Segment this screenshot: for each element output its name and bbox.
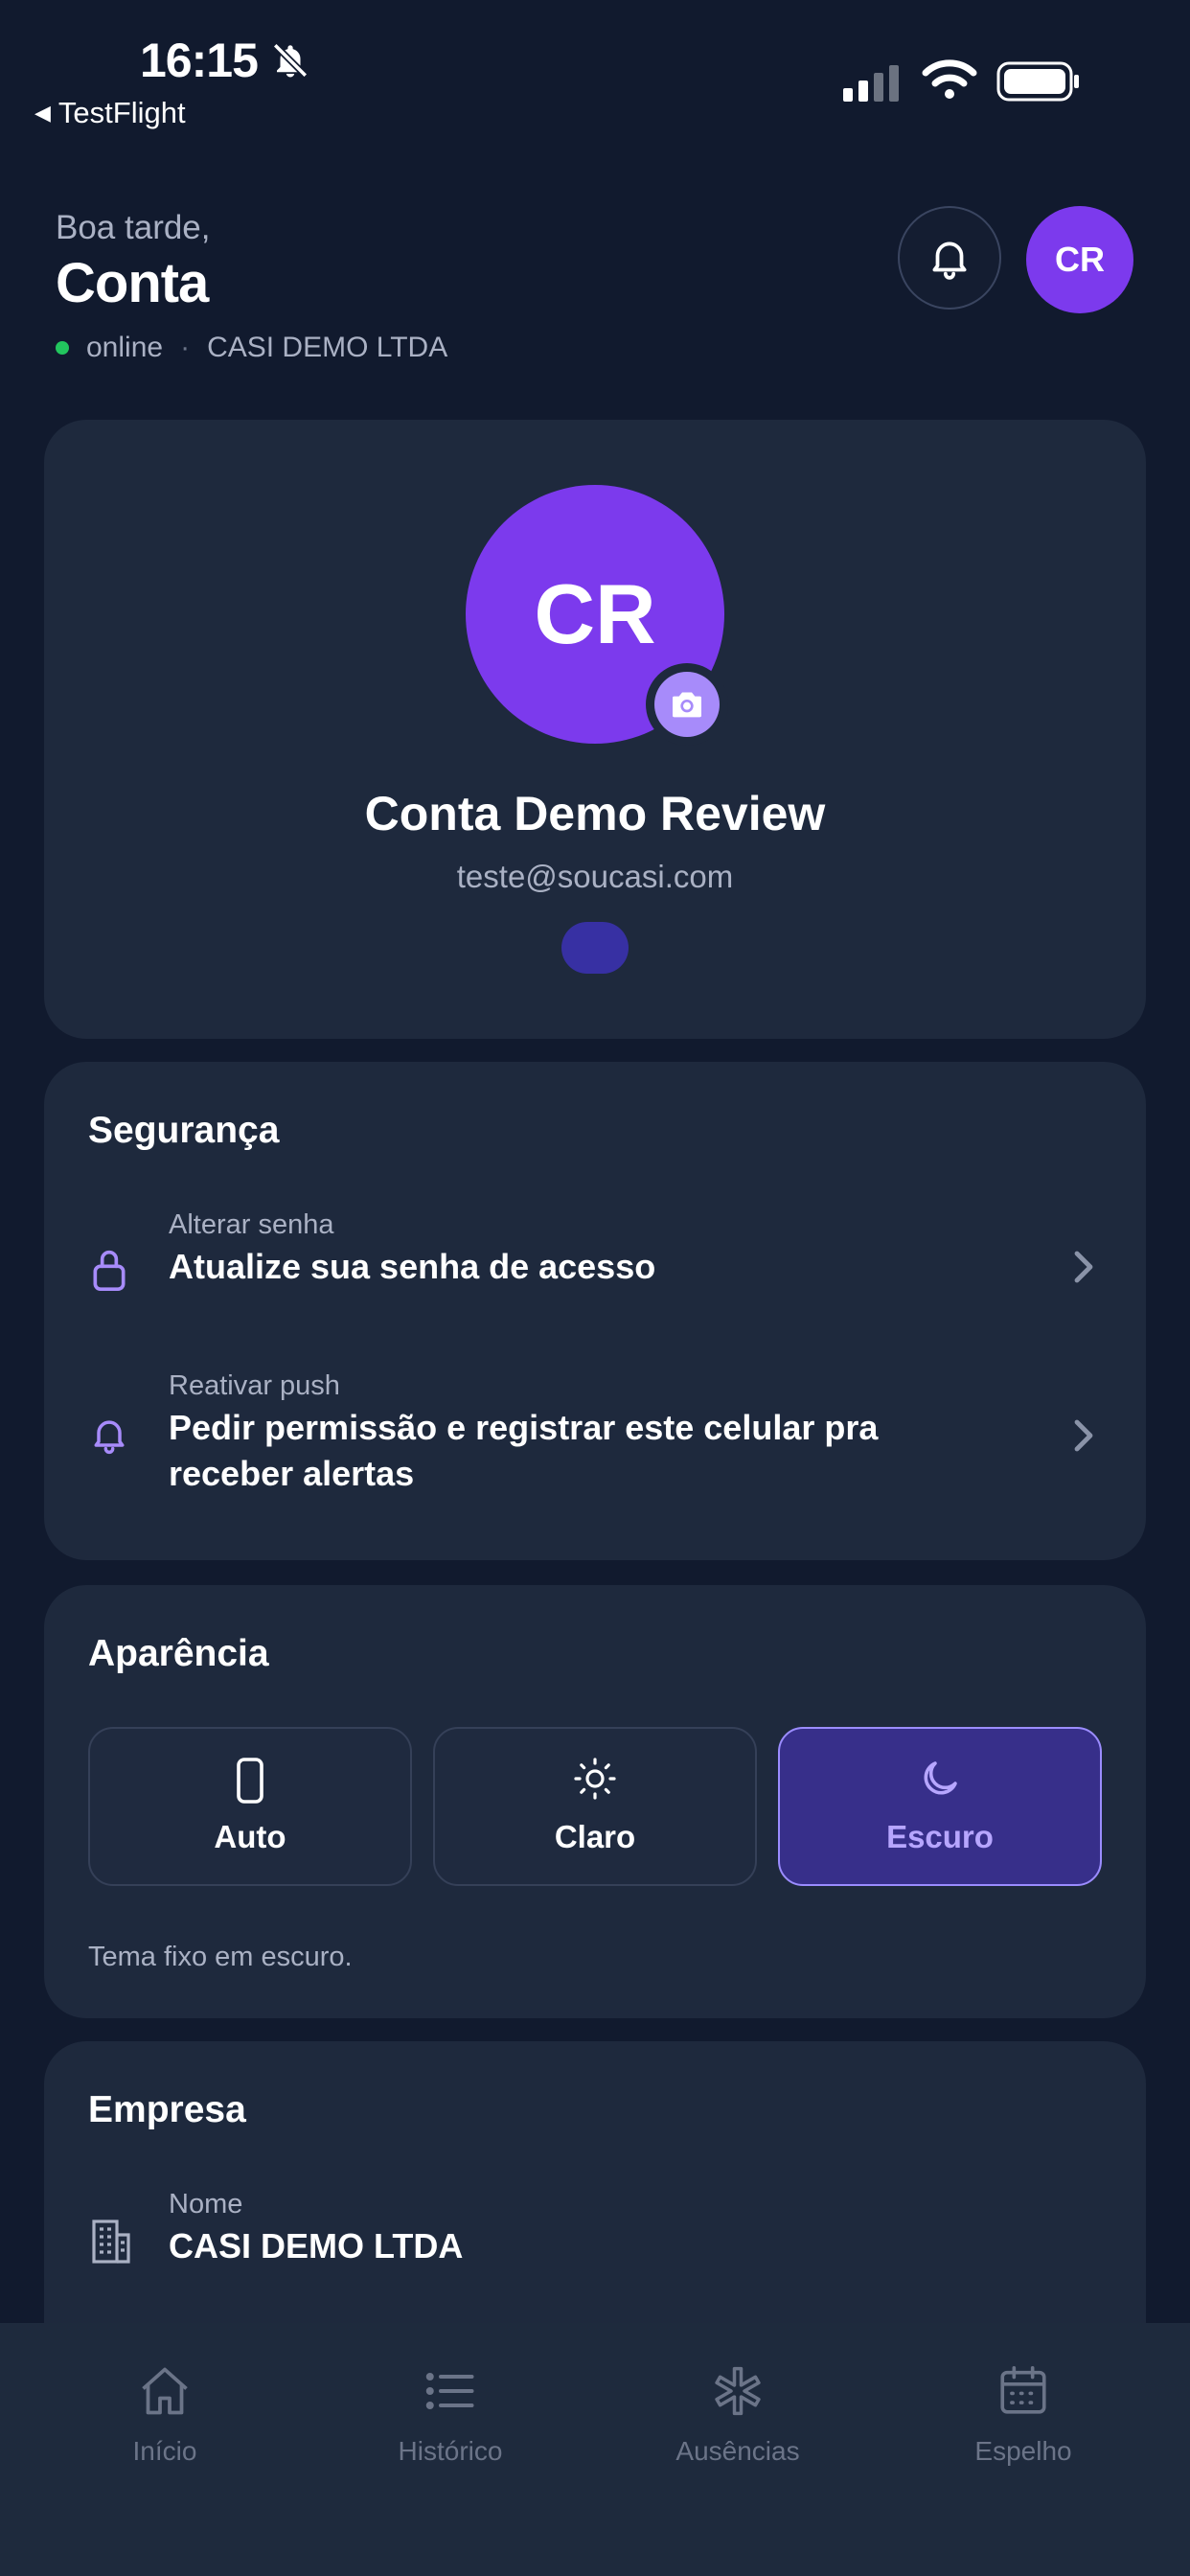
theme-note: Tema fixo em escuro. xyxy=(88,1942,353,1972)
reactivate-push-value: Pedir permissão e registrar este celular… xyxy=(169,1408,879,1493)
theme-option-label: Auto xyxy=(214,1819,286,1854)
separator: · xyxy=(180,332,191,363)
online-dot xyxy=(56,341,69,355)
connection-status: online · CASI DEMO LTDA xyxy=(56,332,447,364)
moon-icon xyxy=(924,1761,957,1795)
sun-icon xyxy=(574,1758,616,1800)
company-name-label: Nome xyxy=(169,2189,243,2220)
tab-historico[interactable]: Histórico xyxy=(355,2359,546,2467)
role-badge xyxy=(561,922,629,974)
asterisk-icon xyxy=(715,2366,761,2416)
appearance-card: Aparência Auto Claro Escuro Tema fixo em… xyxy=(44,1585,1146,2018)
reactivate-push-label: Reativar push xyxy=(169,1370,340,1401)
header-avatar[interactable]: CR xyxy=(1026,206,1133,313)
bell-icon xyxy=(932,242,967,280)
profile-name: Conta Demo Review xyxy=(364,787,826,840)
security-card: Segurança Alterar senha Atualize sua sen… xyxy=(44,1062,1146,1560)
company-title: Empresa xyxy=(88,2089,246,2130)
tab-label: Espelho xyxy=(974,2436,1072,2466)
appearance-title: Aparência xyxy=(88,1633,269,1674)
theme-option-label: Escuro xyxy=(886,1819,994,1854)
chevron-right-icon xyxy=(1074,1419,1093,1452)
reactivate-push-row[interactable]: Reativar push Pedir permissão e registra… xyxy=(44,1370,1146,1514)
online-label: online xyxy=(86,332,164,363)
company-name-row: Nome CASI DEMO LTDA xyxy=(44,2189,1146,2285)
tab-inicio[interactable]: Início xyxy=(69,2359,261,2467)
wifi-icon xyxy=(922,59,977,99)
home-icon xyxy=(142,2367,188,2415)
tab-ausencias[interactable]: Ausências xyxy=(642,2359,834,2467)
company-name-value: CASI DEMO LTDA xyxy=(169,2226,464,2266)
theme-option-auto[interactable]: Auto xyxy=(88,1727,412,1886)
change-photo-button[interactable] xyxy=(646,663,728,746)
company-label: CASI DEMO LTDA xyxy=(207,332,448,363)
camera-icon xyxy=(673,692,701,718)
lock-icon xyxy=(93,1250,126,1291)
back-label: TestFlight xyxy=(57,96,186,129)
bell-muted-icon xyxy=(272,42,309,79)
change-password-label: Alterar senha xyxy=(169,1209,334,1240)
cellular-signal-icon xyxy=(843,65,899,102)
phone-icon xyxy=(237,1758,263,1804)
notifications-button[interactable] xyxy=(898,206,1001,310)
calendar-icon xyxy=(1000,2366,1046,2414)
tab-label: Ausências xyxy=(675,2436,800,2466)
profile-card: CR Conta Demo Review teste@soucasi.com xyxy=(44,420,1146,1039)
building-icon xyxy=(92,2220,130,2264)
tab-bar: Início Histórico Ausências Espelho xyxy=(0,2323,1190,2576)
tab-label: Histórico xyxy=(398,2436,503,2466)
change-password-row[interactable]: Alterar senha Atualize sua senha de aces… xyxy=(44,1209,1146,1315)
theme-option-dark[interactable]: Escuro xyxy=(778,1727,1102,1886)
battery-icon xyxy=(996,61,1079,102)
tab-espelho[interactable]: Espelho xyxy=(927,2359,1119,2467)
greeting: Boa tarde, xyxy=(56,209,211,246)
change-password-value: Atualize sua senha de acesso xyxy=(169,1247,656,1286)
list-icon xyxy=(425,2372,474,2410)
chevron-right-icon xyxy=(1074,1251,1093,1283)
status-time: 16:15 xyxy=(140,34,259,87)
theme-option-light[interactable]: Claro xyxy=(433,1727,757,1886)
theme-option-label: Claro xyxy=(554,1819,636,1854)
bell-icon xyxy=(94,1420,125,1455)
page-title: Conta xyxy=(56,252,209,314)
profile-email: teste@soucasi.com xyxy=(456,859,734,894)
security-title: Segurança xyxy=(88,1110,280,1151)
back-to-testflight[interactable]: ◀ TestFlight xyxy=(34,96,186,130)
tab-label: Início xyxy=(132,2436,197,2466)
